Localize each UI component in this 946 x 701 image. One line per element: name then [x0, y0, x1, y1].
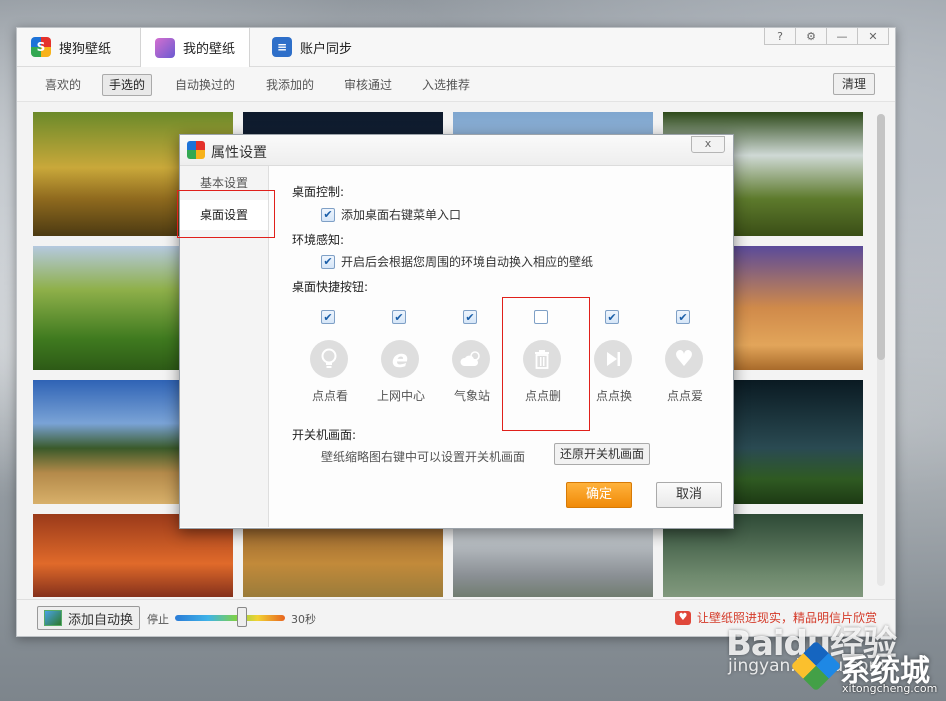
xitongcheng-url-text: xitongcheng.com — [842, 682, 938, 695]
subnav-auto-changed[interactable]: 自动换过的 — [169, 75, 241, 95]
lightbulb-icon — [310, 340, 348, 378]
checkbox-shortcut-look[interactable]: ✔ — [321, 310, 335, 324]
shortcut-label: 气象站 — [453, 389, 490, 403]
close-icon[interactable]: ✕ — [857, 28, 889, 45]
speed-slider-track[interactable] — [175, 615, 285, 621]
tab-sogou-wallpaper[interactable]: S 搜狗壁纸 — [17, 28, 125, 66]
help-icon[interactable]: ? — [764, 28, 796, 45]
tab-label: 账户同步 — [300, 41, 353, 57]
weather-icon — [452, 340, 490, 378]
subnav-favorites[interactable]: 喜欢的 — [39, 75, 87, 95]
subnav-handpicked[interactable]: 手选的 — [102, 74, 153, 96]
desktop-menu-option[interactable]: ✔ 添加桌面右键菜单入口 — [321, 206, 461, 223]
cancel-button[interactable]: 取消 — [656, 482, 722, 508]
subnav-added-by-me[interactable]: 我添加的 — [260, 75, 320, 95]
tab-my-wallpaper[interactable]: 我的壁纸 — [140, 28, 251, 67]
checkbox-shortcut-switch[interactable]: ✔ — [605, 310, 619, 324]
add-auto-label: 添加自动换 — [68, 612, 134, 628]
checkbox-shortcut-web[interactable]: ✔ — [392, 310, 406, 324]
checkbox-desktop-menu[interactable]: ✔ — [321, 207, 335, 222]
shortcut-label: 上网中心 — [376, 389, 425, 403]
watermark: Baidu经验 jingyan.baidu.com 系统城 xitongchen… — [724, 606, 946, 701]
nav-basic-settings[interactable]: 基本设置 — [180, 168, 268, 198]
speed-max-label: 30秒 — [291, 613, 316, 626]
dialog-close-button[interactable]: x — [691, 136, 725, 153]
wallpaper-icon — [155, 37, 175, 58]
grid-scrollbar[interactable] — [877, 114, 885, 586]
add-auto-change-button[interactable]: 添加自动换 — [37, 606, 141, 630]
shortcut-label: 点点换 — [595, 389, 632, 403]
checkbox-shortcut-love[interactable]: ✔ — [676, 310, 690, 324]
properties-dialog: 属性设置 x 基本设置 桌面设置 桌面控制: ✔ 添加桌面右键菜单入口 环境感知… — [177, 134, 734, 529]
checkbox-shortcut-delete[interactable] — [534, 310, 548, 324]
checkbox-env-sense[interactable]: ✔ — [321, 254, 335, 269]
section-env-sense: 环境感知: — [292, 233, 345, 247]
dialog-title: 属性设置 — [211, 145, 267, 161]
desktop-menu-label: 添加桌面右键菜单入口 — [341, 208, 462, 222]
tab-account-sync[interactable]: ≡ 账户同步 — [258, 28, 366, 66]
ok-button[interactable]: 确定 — [566, 482, 632, 508]
clear-button[interactable]: 清理 — [832, 73, 875, 95]
heart-icon: ♥ — [674, 610, 691, 625]
next-icon — [594, 340, 632, 378]
section-shortcuts: 桌面快捷按钮: — [292, 280, 369, 294]
window-controls: ? ⚙ — ✕ — [764, 28, 889, 45]
env-sense-label: 开启后会根据您周围的环境自动换入相应的壁纸 — [341, 255, 594, 269]
speed-slider-handle[interactable] — [237, 607, 247, 627]
restore-boot-screen-button[interactable]: 还原开关机画面 — [554, 443, 651, 465]
env-sense-option[interactable]: ✔ 开启后会根据您周围的环境自动换入相应的壁纸 — [321, 253, 593, 270]
titlebar: S 搜狗壁纸 我的壁纸 ≡ 账户同步 ? ⚙ — ✕ — [17, 28, 895, 67]
subnav-bar: 喜欢的 手选的 自动换过的 我添加的 审核通过 入选推荐 清理 — [17, 67, 895, 102]
picture-icon — [44, 610, 62, 626]
nav-desktop-settings[interactable]: 桌面设置 — [180, 200, 268, 230]
dialog-nav: 基本设置 桌面设置 — [180, 166, 269, 527]
shortcut-label: 点点爱 — [666, 389, 703, 403]
minimize-icon[interactable]: — — [826, 28, 858, 45]
shortcut-label: 点点看 — [311, 389, 348, 403]
speed-min-label: 停止 — [147, 613, 169, 626]
account-sync-icon: ≡ — [272, 37, 292, 57]
shortcut-label: 点点删 — [524, 389, 561, 403]
settings-icon[interactable]: ⚙ — [795, 28, 827, 45]
dialog-titlebar: 属性设置 x — [180, 135, 733, 166]
subnav-approved[interactable]: 审核通过 — [338, 75, 398, 95]
checkbox-shortcut-weather[interactable]: ✔ — [463, 310, 477, 324]
section-boot-screen: 开关机画面: — [292, 428, 357, 442]
tab-label: 搜狗壁纸 — [59, 41, 112, 57]
subnav-recommended[interactable]: 入选推荐 — [416, 75, 476, 95]
ie-browser-icon: e — [381, 340, 419, 378]
heart-icon: ♥ — [665, 340, 703, 378]
trash-icon — [523, 340, 561, 378]
scrollbar-thumb[interactable] — [877, 114, 885, 360]
sogou-logo-icon — [187, 141, 205, 159]
boot-screen-hint: 壁纸缩略图右键中可以设置开关机画面 — [321, 450, 526, 464]
sogou-logo-icon: S — [31, 37, 51, 57]
section-desktop-control: 桌面控制: — [292, 185, 345, 199]
tab-label: 我的壁纸 — [183, 42, 236, 57]
